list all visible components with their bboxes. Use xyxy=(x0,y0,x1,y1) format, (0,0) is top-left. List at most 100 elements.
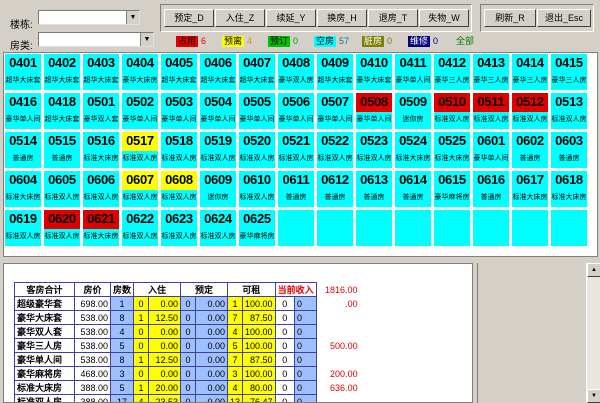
room-cell[interactable]: 0508 豪华单人间 xyxy=(356,93,392,129)
room-cell[interactable]: 0603 普通房 xyxy=(551,132,587,168)
refresh-button[interactable]: 刷新_R xyxy=(484,9,536,27)
room-cell[interactable]: 0605 标准双人房 xyxy=(44,171,80,207)
room-cell[interactable]: 0415 豪华三人房 xyxy=(551,54,587,90)
room-cell[interactable]: 0404 豪华大床房 xyxy=(122,54,158,90)
room-cell[interactable]: 0521 标准双人房 xyxy=(278,132,314,168)
room-cell[interactable]: 0601 豪华单人间 xyxy=(473,132,509,168)
room-cell[interactable]: 0406 超华大床套 xyxy=(200,54,236,90)
room-cell[interactable]: 0621 标准大床房 xyxy=(83,210,119,246)
room-cell[interactable]: 0608 标准双人房 xyxy=(161,171,197,207)
cell-rsp: 0.00 xyxy=(195,380,229,395)
room-cell[interactable]: 0412 豪华三人房 xyxy=(434,54,470,90)
extend-button[interactable]: 续延_Y xyxy=(266,9,316,27)
table-row[interactable]: 标准大床房 388.00 5 1 20.00 0 0.00 4 80.00 0 0 636.00 xyxy=(14,380,361,395)
table-row[interactable]: 豪华麻将房 468.00 3 0 0.00 0 0.00 3 100.00 0 0 200.00 xyxy=(14,366,361,381)
room-cell[interactable]: 0410 豪华大床套 xyxy=(356,54,392,90)
room-cell[interactable]: 0409 超华大床套 xyxy=(317,54,353,90)
room-cell[interactable]: 0505 豪华单人间 xyxy=(239,93,275,129)
room-cell[interactable]: 0509 迷你房 xyxy=(395,93,431,129)
scrollbar[interactable]: ▲ ▼ xyxy=(586,263,600,403)
room-cell[interactable]: 0502 豪华单人间 xyxy=(122,93,158,129)
checkin-button[interactable]: 入住_Z xyxy=(215,9,265,27)
room-type: 标准大床房 xyxy=(551,192,587,204)
room-cell[interactable]: 0609 迷你房 xyxy=(200,171,236,207)
room-cell[interactable]: 0519 标准双人房 xyxy=(200,132,236,168)
room-cell[interactable]: 0616 普通房 xyxy=(473,171,509,207)
room-cell[interactable]: 0501 豪华双人套 xyxy=(83,93,119,129)
scroll-up-icon[interactable]: ▲ xyxy=(587,263,600,277)
legend-item[interactable]: 脏房 0 xyxy=(362,36,392,47)
room-cell[interactable]: 0610 标准双人房 xyxy=(239,171,275,207)
room-cell[interactable]: 0618 标准大床房 xyxy=(551,171,587,207)
change-room-button[interactable]: 换房_H xyxy=(317,9,367,27)
legend-item[interactable]: 预离 4 xyxy=(222,36,252,47)
room-cell[interactable]: 0507 豪华单人间 xyxy=(317,93,353,129)
legend-item[interactable]: 空房 57 xyxy=(314,36,349,47)
exit-button[interactable]: 退出_Esc xyxy=(537,9,591,27)
room-cell[interactable]: 0416 豪华单人间 xyxy=(5,93,41,129)
room-cell[interactable]: 0623 标准双人房 xyxy=(161,210,197,246)
room-cell[interactable]: 0619 标准双人房 xyxy=(5,210,41,246)
room-cell[interactable]: 0612 普通房 xyxy=(317,171,353,207)
room-cell[interactable]: 0511 标准双人房 xyxy=(473,93,509,129)
room-cell[interactable]: 0625 豪华麻将房 xyxy=(239,210,275,246)
room-cell[interactable]: 0513 标准双人房 xyxy=(551,93,587,129)
room-cell[interactable]: 0506 豪华单人间 xyxy=(278,93,314,129)
room-cell[interactable]: 0414 豪华三人房 xyxy=(512,54,548,90)
room-cell[interactable]: 0517 标准双人房 xyxy=(122,132,158,168)
room-cell[interactable]: 0503 豪华单人间 xyxy=(161,93,197,129)
room-cell[interactable]: 0602 普通房 xyxy=(512,132,548,168)
room-cell[interactable]: 0607 标准双人房 xyxy=(122,171,158,207)
room-cell[interactable]: 0411 豪华单人间 xyxy=(395,54,431,90)
room-cell[interactable]: 0614 普通房 xyxy=(395,171,431,207)
room-cell[interactable]: 0512 标准双人房 xyxy=(512,93,548,129)
table-row[interactable]: 豪华单人间 538.00 8 1 12.50 0 0.00 7 87.50 0 0 xyxy=(14,352,361,367)
room-cell[interactable]: 0615 豪华麻将房 xyxy=(434,171,470,207)
room-cell[interactable]: 0413 豪华三人房 xyxy=(473,54,509,90)
table-row[interactable]: 标准双人房 388.00 17 4 23.53 0 0.00 13 76.47 0 0 xyxy=(14,394,361,402)
room-cell[interactable]: 0402 超华大床套 xyxy=(44,54,80,90)
room-cell[interactable]: 0401 超华大床套 xyxy=(5,54,41,90)
room-cell[interactable]: 0510 标准双人房 xyxy=(434,93,470,129)
scroll-down-icon[interactable]: ▼ xyxy=(587,389,600,403)
lost-item-button[interactable]: 失物_W xyxy=(419,9,469,27)
room-cell[interactable]: 0524 标准大床房 xyxy=(395,132,431,168)
room-cell[interactable]: 0606 标准双人房 xyxy=(83,171,119,207)
room-cell[interactable]: 0620 标准双人房 xyxy=(44,210,80,246)
room-cell[interactable]: 0613 普通房 xyxy=(356,171,392,207)
room-cell[interactable]: 0523 标准双人房 xyxy=(356,132,392,168)
chevron-down-icon[interactable]: ▼ xyxy=(126,11,139,24)
room-cell[interactable]: 0522 标准双人房 xyxy=(317,132,353,168)
room-cell[interactable]: 0504 豪华单人间 xyxy=(200,93,236,129)
room-cell[interactable]: 0418 超华大床套 xyxy=(44,93,80,129)
room-cell[interactable]: 0515 普通房 xyxy=(44,132,80,168)
legend-item[interactable]: 预订 0 xyxy=(268,36,298,47)
legend-item[interactable]: 全部 xyxy=(454,36,479,47)
room-cell[interactable]: 0514 普通房 xyxy=(5,132,41,168)
legend-item[interactable]: 占用 6 xyxy=(176,36,206,47)
chevron-down-icon[interactable]: ▼ xyxy=(140,33,153,46)
room-cell[interactable]: 0518 标准双人房 xyxy=(161,132,197,168)
legend-item[interactable]: 维修 0 xyxy=(408,36,438,47)
table-row[interactable]: 豪华三人房 538.00 5 0 0.00 0 0.00 5 100.00 0 0 500.00 xyxy=(14,338,361,353)
floor-select[interactable]: ▼ xyxy=(38,10,140,25)
room-cell[interactable]: 0407 超华大床套 xyxy=(239,54,275,90)
room-cell[interactable]: 0516 标准大床房 xyxy=(83,132,119,168)
room-number: 0605 xyxy=(48,172,76,187)
room-cell[interactable]: 0403 超华大床套 xyxy=(83,54,119,90)
room-cell[interactable]: 0604 标准大床房 xyxy=(5,171,41,207)
table-row[interactable]: 超级豪华套 698.00 1 0 0.00 0 0.00 1 100.00 0 0.00 xyxy=(14,296,361,311)
room-cell[interactable]: 0624 标准双人房 xyxy=(200,210,236,246)
table-row[interactable]: 豪华双人套 538.00 4 0 0.00 0 0.00 4 100.00 0 0 xyxy=(14,324,361,339)
room-cell[interactable]: 0405 超华大床套 xyxy=(161,54,197,90)
checkout-button[interactable]: 退房_T xyxy=(368,9,418,27)
room-type-select[interactable]: ▼ xyxy=(38,32,154,47)
room-cell[interactable]: 0622 标准双人房 xyxy=(122,210,158,246)
room-cell[interactable]: 0617 标准大床房 xyxy=(512,171,548,207)
room-cell[interactable]: 0520 标准双人房 xyxy=(239,132,275,168)
table-row[interactable]: 豪华大床套 538.00 8 1 12.50 0 0.00 7 87.50 0 0 xyxy=(14,310,361,325)
room-cell[interactable]: 0525 标准大床房 xyxy=(434,132,470,168)
room-cell[interactable]: 0611 普通房 xyxy=(278,171,314,207)
reserve-button[interactable]: 预定_D xyxy=(164,9,214,27)
room-cell[interactable]: 0408 豪华双人房 xyxy=(278,54,314,90)
